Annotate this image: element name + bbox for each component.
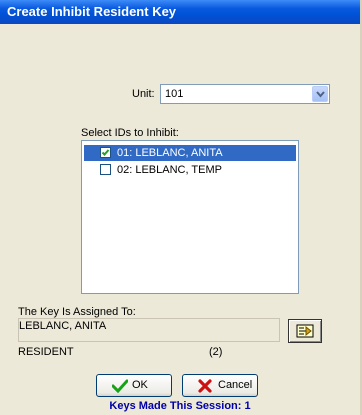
close-x-icon <box>198 379 212 393</box>
ids-label: Select IDs to Inhibit: <box>81 127 179 139</box>
ids-listbox[interactable]: 01: LEBLANC, ANITA 02: LEBLANC, TEMP <box>81 140 299 294</box>
assigned-count: (2) <box>209 346 223 358</box>
window-title: Create Inhibit Resident Key <box>7 4 177 19</box>
ok-button[interactable]: OK <box>96 374 172 397</box>
cancel-label: Cancel <box>218 379 253 391</box>
list-item[interactable]: 01: LEBLANC, ANITA <box>84 145 296 161</box>
assigned-name: LEBLANC, ANITA <box>19 320 107 332</box>
assigned-name-field: LEBLANC, ANITA <box>18 318 280 342</box>
checkbox[interactable] <box>100 164 111 175</box>
assigned-label: The Key Is Assigned To: <box>18 306 136 318</box>
unit-select[interactable]: 101 <box>160 84 330 104</box>
unit-value: 101 <box>165 88 184 100</box>
list-item[interactable]: 02: LEBLANC, TEMP <box>84 162 296 178</box>
checkmark-icon <box>101 149 110 156</box>
checkmark-icon <box>112 379 128 393</box>
ok-label: OK <box>132 379 148 391</box>
cancel-button[interactable]: Cancel <box>182 374 258 397</box>
title-bar[interactable]: Create Inhibit Resident Key <box>0 0 360 24</box>
dropdown-arrow-button[interactable] <box>312 86 328 102</box>
checkbox[interactable] <box>100 147 111 158</box>
lookup-button[interactable] <box>288 319 322 343</box>
chevron-down-icon <box>316 91 325 98</box>
open-folder-icon <box>296 324 314 338</box>
dialog-window: Create Inhibit Resident Key Unit: 101 Se… <box>0 0 362 415</box>
assigned-type: RESIDENT <box>18 346 74 358</box>
unit-label: Unit: <box>132 88 155 100</box>
list-item-label: 01: LEBLANC, ANITA <box>117 147 223 159</box>
list-item-label: 02: LEBLANC, TEMP <box>117 164 222 176</box>
session-count-text: Keys Made This Session: 1 <box>109 400 251 412</box>
